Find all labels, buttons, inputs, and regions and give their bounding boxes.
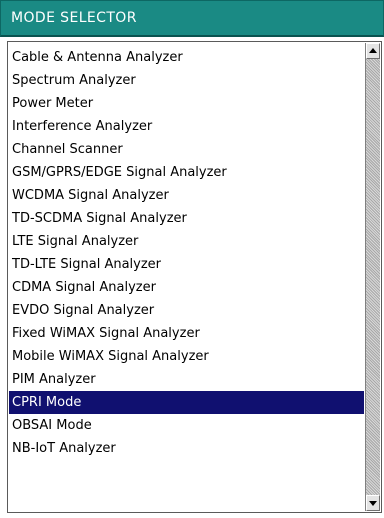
list-item[interactable]: Channel Scanner (9, 138, 364, 161)
list-item[interactable]: EVDO Signal Analyzer (9, 299, 364, 322)
list-item[interactable]: Cable & Antenna Analyzer (9, 46, 364, 69)
list-item[interactable]: TD-LTE Signal Analyzer (9, 253, 364, 276)
mode-list[interactable]: Cable & Antenna Analyzer Spectrum Analyze… (9, 46, 364, 508)
list-item[interactable]: GSM/GPRS/EDGE Signal Analyzer (9, 161, 364, 184)
list-item[interactable]: CDMA Signal Analyzer (9, 276, 364, 299)
scroll-down-button[interactable] (366, 495, 380, 511)
list-item[interactable]: Mobile WiMAX Signal Analyzer (9, 345, 364, 368)
list-item[interactable]: LTE Signal Analyzer (9, 230, 364, 253)
mode-selector-window: MODE SELECTOR Cable & Antenna Analyzer Sp… (0, 0, 384, 518)
list-item[interactable]: WCDMA Signal Analyzer (9, 184, 364, 207)
list-item[interactable]: Interference Analyzer (9, 115, 364, 138)
scroll-up-button[interactable] (366, 43, 380, 59)
list-item[interactable]: NB-IoT Analyzer (9, 437, 364, 460)
arrow-up-icon (369, 48, 377, 53)
list-item[interactable]: PIM Analyzer (9, 368, 364, 391)
arrow-down-icon (369, 501, 377, 506)
vertical-scrollbar[interactable] (365, 43, 380, 511)
list-item[interactable]: Fixed WiMAX Signal Analyzer (9, 322, 364, 345)
list-item[interactable]: Spectrum Analyzer (9, 69, 364, 92)
mode-list-panel: Cable & Antenna Analyzer Spectrum Analyze… (7, 41, 382, 513)
list-item[interactable]: TD-SCDMA Signal Analyzer (9, 207, 364, 230)
window-title: MODE SELECTOR (11, 10, 137, 26)
list-item[interactable]: Power Meter (9, 92, 364, 115)
list-item-selected[interactable]: CPRI Mode (9, 391, 364, 414)
list-item[interactable]: OBSAI Mode (9, 414, 364, 437)
title-bar: MODE SELECTOR (0, 0, 384, 37)
